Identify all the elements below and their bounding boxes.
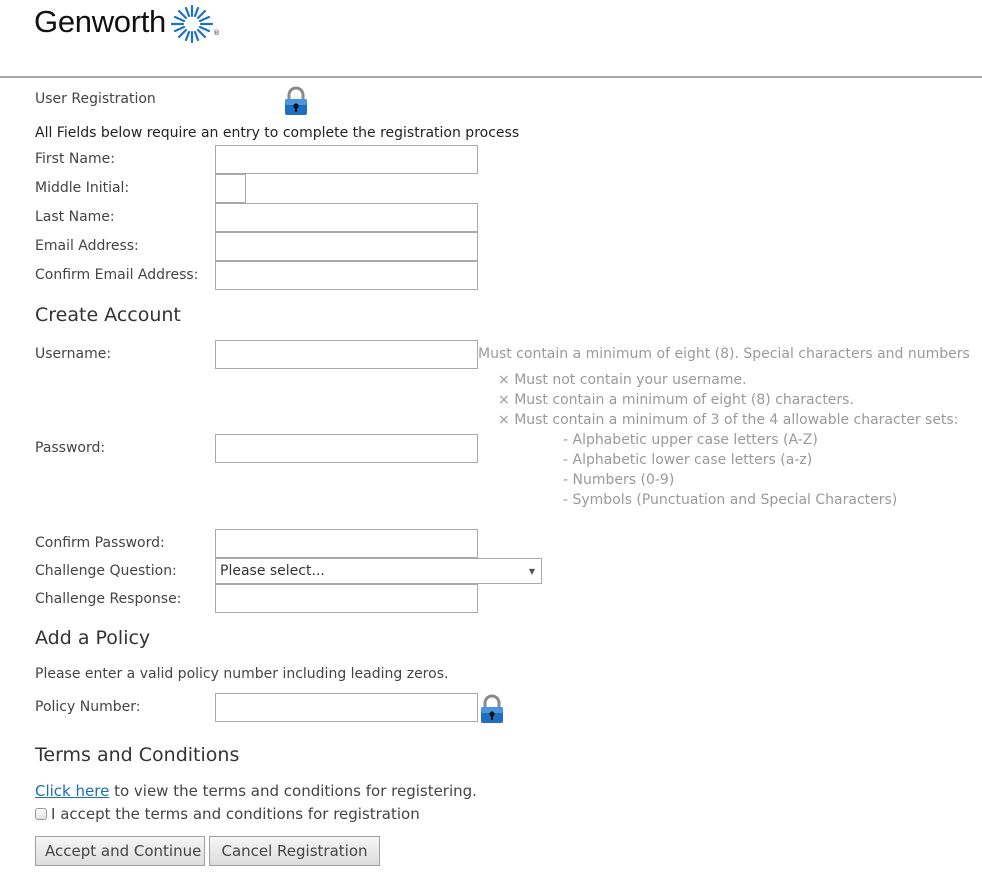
genworth-logo: Genworth ® (34, 0, 220, 44)
character-set-item: - Symbols (Punctuation and Special Chara… (563, 492, 898, 508)
last-name-input[interactable] (215, 203, 478, 232)
password-label: Password: (35, 440, 106, 456)
starburst-icon (170, 4, 214, 44)
lock-icon (481, 694, 503, 723)
registered-mark: ® (213, 29, 220, 37)
terms-heading: Terms and Conditions (35, 744, 240, 766)
x-icon: × (498, 412, 510, 428)
first-name-input[interactable] (215, 145, 478, 174)
username-hint: Must contain a minimum of eight (8). Spe… (478, 346, 970, 362)
x-icon: × (498, 392, 510, 408)
email-input[interactable] (215, 232, 478, 261)
logo-text: Genworth (34, 4, 166, 39)
page-title: User Registration (35, 91, 156, 107)
password-rule: × Must not contain your username. (498, 372, 747, 388)
middle-initial-input[interactable] (215, 174, 246, 203)
last-name-label: Last Name: (35, 209, 115, 225)
required-instruction: All Fields below require an entry to com… (35, 125, 520, 141)
email-label: Email Address: (35, 238, 139, 254)
password-rules: × Must not contain your username. × Must… (498, 370, 958, 430)
terms-link[interactable]: Click here (35, 782, 109, 800)
dropdown-arrow-icon: ▼ (528, 567, 535, 576)
policy-instruction: Please enter a valid policy number inclu… (35, 666, 449, 682)
accept-terms-label: I accept the terms and conditions for re… (51, 805, 420, 823)
character-set-item: - Alphabetic lower case letters (a-z) (563, 452, 813, 468)
password-input[interactable] (215, 434, 478, 463)
challenge-question-value: Please select... (220, 563, 325, 579)
confirm-password-input[interactable] (215, 529, 478, 558)
challenge-question-label: Challenge Question: (35, 563, 177, 579)
terms-link-suffix: to view the terms and conditions for reg… (109, 782, 477, 800)
character-set-item: - Alphabetic upper case letters (A-Z) (563, 432, 818, 448)
cancel-registration-button[interactable]: Cancel Registration (209, 836, 380, 866)
create-account-heading: Create Account (35, 304, 181, 326)
character-sets-list: - Alphabetic upper case letters (A-Z) - … (563, 430, 897, 510)
terms-link-line: Click here to view the terms and conditi… (35, 782, 477, 800)
header-divider (0, 76, 982, 78)
add-policy-heading: Add a Policy (35, 627, 151, 649)
x-icon: × (498, 372, 510, 388)
challenge-question-select[interactable]: Please select... ▼ (215, 558, 542, 584)
confirm-password-label: Confirm Password: (35, 535, 165, 551)
password-rule: × Must contain a minimum of eight (8) ch… (498, 392, 854, 408)
policy-number-input[interactable] (215, 693, 478, 722)
accept-and-continue-button[interactable]: Accept and Continue (35, 836, 205, 866)
challenge-response-input[interactable] (215, 584, 478, 613)
accept-terms-checkbox[interactable] (35, 808, 47, 820)
middle-initial-label: Middle Initial: (35, 180, 130, 196)
challenge-response-label: Challenge Response: (35, 591, 182, 607)
confirm-email-label: Confirm Email Address: (35, 267, 199, 283)
first-name-label: First Name: (35, 151, 115, 167)
policy-number-label: Policy Number: (35, 699, 141, 715)
character-set-item: - Numbers (0-9) (563, 472, 675, 488)
username-input[interactable] (215, 340, 478, 369)
lock-icon (285, 86, 307, 115)
password-rule: × Must contain a minimum of 3 of the 4 a… (498, 412, 959, 428)
accept-terms-row[interactable]: I accept the terms and conditions for re… (35, 805, 420, 823)
confirm-email-input[interactable] (215, 261, 478, 290)
username-label: Username: (35, 346, 112, 362)
